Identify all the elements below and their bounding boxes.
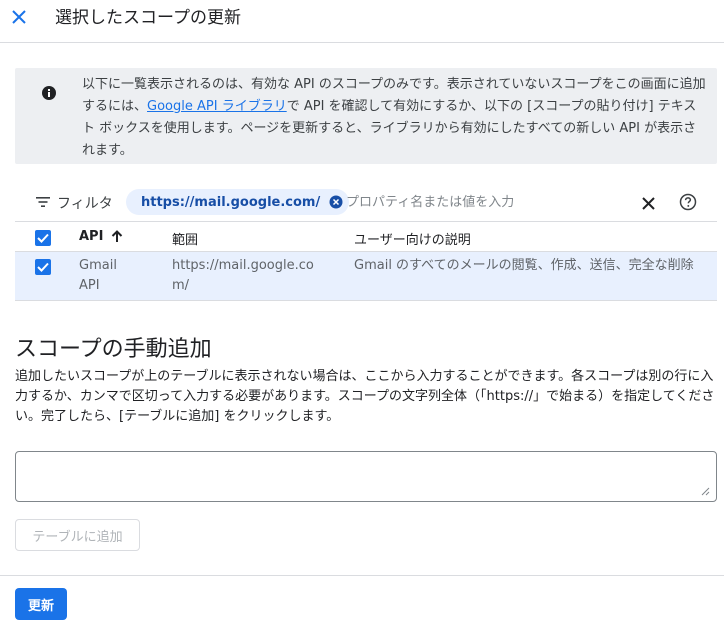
close-icon (12, 10, 26, 24)
manual-add-description: 追加したいスコープが上のテーブルに表示されない場合は、ここから入力することができ… (15, 369, 715, 424)
clear-filter-button[interactable] (639, 194, 657, 212)
info-icon (42, 86, 56, 100)
chip-remove-button[interactable] (329, 195, 343, 209)
column-header-api[interactable]: API (79, 229, 123, 244)
scope-textarea[interactable] (15, 451, 717, 502)
api-library-link[interactable]: Google API ライブラリ (147, 99, 287, 114)
dialog-header: 選択したスコープの更新 (0, 0, 724, 43)
filter-input[interactable] (346, 192, 626, 212)
add-to-table-button[interactable]: テーブルに追加 (15, 519, 140, 551)
arrow-up-icon (112, 230, 123, 242)
column-header-description: ユーザー向けの説明 (354, 233, 471, 248)
select-all-checkbox[interactable] (35, 230, 51, 246)
check-icon (37, 262, 49, 272)
manual-add-heading: スコープの手動追加 (15, 337, 212, 362)
close-button[interactable] (8, 6, 30, 28)
row-checkbox[interactable] (35, 259, 51, 275)
cell-description: Gmail のすべてのメールの閲覧、作成、送信、完全な削除 (354, 258, 694, 273)
table-header: API 範囲 ユーザー向けの説明 (15, 223, 717, 252)
check-icon (37, 233, 49, 243)
column-header-api-label: API (79, 229, 104, 244)
info-banner: 以下に一覧表示されるのは、有効な API のスコープのみです。表示されていないス… (15, 68, 717, 164)
cell-api: Gmail API (79, 258, 117, 293)
table-row[interactable]: Gmail API https://mail.google.com/ Gmail… (15, 252, 717, 301)
scopes-table: API 範囲 ユーザー向けの説明 Gmail API https://mail.… (15, 223, 717, 301)
close-icon (641, 196, 655, 210)
remove-circle-icon (329, 195, 343, 209)
footer-divider (0, 575, 724, 576)
help-icon (679, 193, 697, 211)
update-button[interactable]: 更新 (15, 588, 67, 620)
help-button[interactable] (679, 193, 697, 211)
info-text: 以下に一覧表示されるのは、有効な API のスコープのみです。表示されていないス… (82, 74, 708, 162)
cell-scope: https://mail.google.com/ (172, 258, 314, 293)
column-header-scope: 範囲 (172, 233, 199, 248)
filter-bar: フィルタ https://mail.google.com/ (15, 184, 717, 222)
filter-chip[interactable]: https://mail.google.com/ (126, 189, 350, 215)
filter-label: フィルタ (57, 196, 113, 212)
filter-chip-label: https://mail.google.com/ (141, 194, 321, 210)
filter-icon (36, 197, 50, 207)
page-title: 選択したスコープの更新 (55, 8, 241, 28)
resize-grip-icon[interactable] (700, 486, 710, 496)
